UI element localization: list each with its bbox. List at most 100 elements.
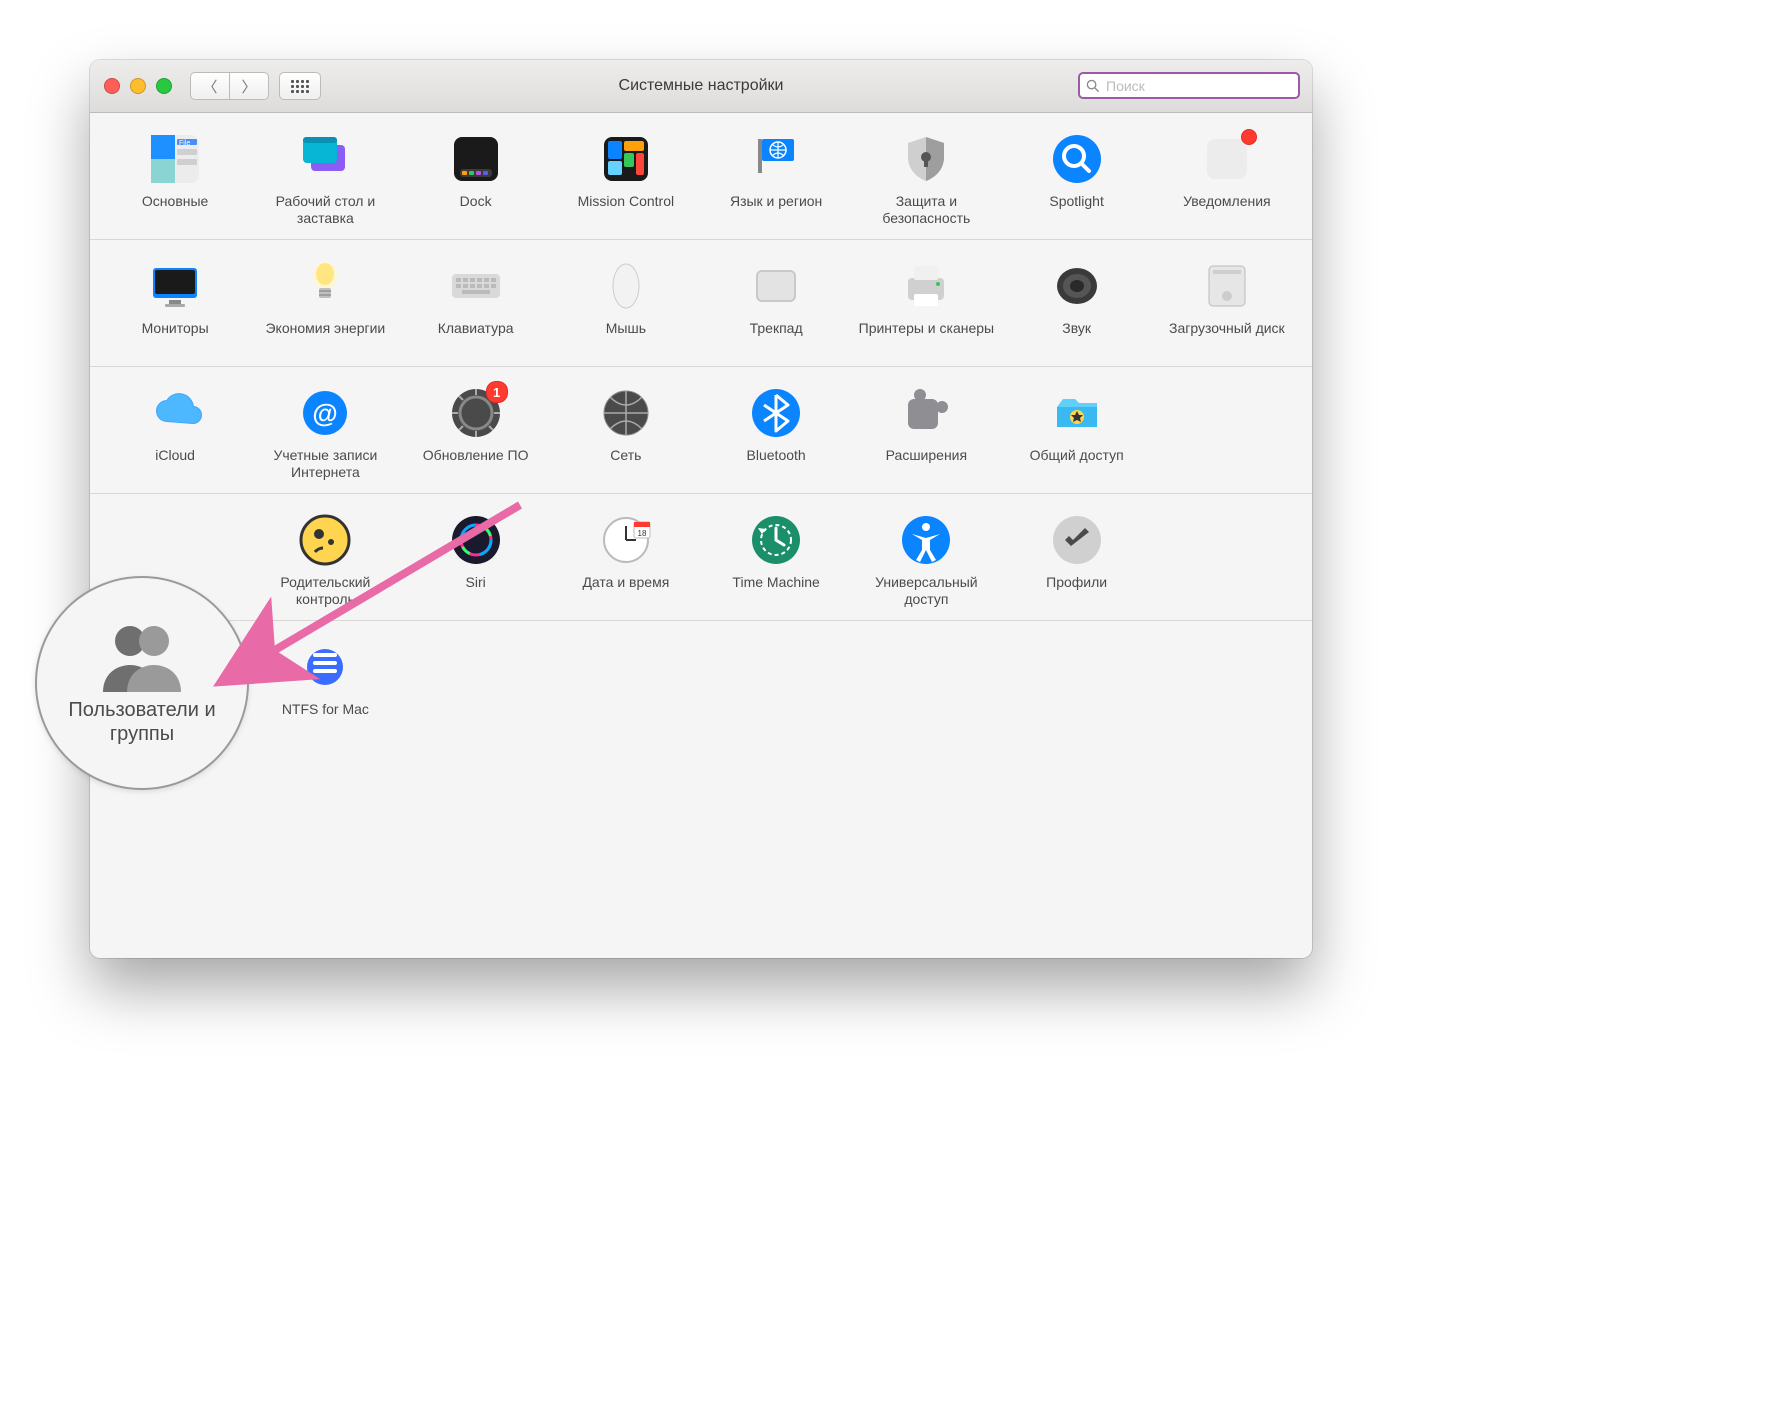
- pref-profiles[interactable]: Профили: [1002, 504, 1152, 608]
- pref-energy[interactable]: Экономия энергии: [250, 250, 400, 354]
- keyboard-icon: [448, 258, 504, 314]
- startup-icon: [1199, 258, 1255, 314]
- chevron-left-icon: 〈: [202, 76, 217, 97]
- pref-label: Уведомления: [1183, 193, 1271, 227]
- system-preferences-window: 〈 〉 Системные настройки ОсновныеРабочий …: [90, 60, 1312, 958]
- pref-accessibility[interactable]: Универсальный доступ: [851, 504, 1001, 608]
- pref-label: Учетные записи Интернета: [252, 447, 398, 481]
- internet-icon: [297, 385, 353, 441]
- parental-icon: [297, 512, 353, 568]
- back-button[interactable]: 〈: [190, 72, 230, 100]
- pref-label: Spotlight: [1049, 193, 1103, 227]
- pref-general[interactable]: Основные: [100, 123, 250, 227]
- forward-button[interactable]: 〉: [230, 72, 269, 100]
- pref-label: Mission Control: [578, 193, 674, 227]
- swupdate-icon: 1: [448, 385, 504, 441]
- search-field[interactable]: [1078, 72, 1300, 99]
- pref-trackpad[interactable]: Трекпад: [701, 250, 851, 354]
- titlebar: 〈 〉 Системные настройки: [90, 60, 1312, 113]
- pref-mission[interactable]: Mission Control: [551, 123, 701, 227]
- pref-label: Защита и безопасность: [853, 193, 999, 227]
- extensions-icon: [898, 385, 954, 441]
- pref-timemachine[interactable]: Time Machine: [701, 504, 851, 608]
- pref-extensions[interactable]: Расширения: [851, 377, 1001, 481]
- pref-label: iCloud: [155, 447, 195, 481]
- siri-icon: [448, 512, 504, 568]
- pref-label: Time Machine: [732, 574, 819, 608]
- pref-label: Родительский контроль: [252, 574, 398, 608]
- red-dot: [1241, 129, 1257, 145]
- minimize-button[interactable]: [130, 78, 146, 94]
- pref-label: Расширения: [886, 447, 967, 481]
- mission-icon: [598, 131, 654, 187]
- pref-ntfs[interactable]: NTFS for Mac: [250, 631, 400, 735]
- badge: 1: [486, 381, 508, 403]
- mouse-icon: [598, 258, 654, 314]
- timemachine-icon: [748, 512, 804, 568]
- pref-bluetooth[interactable]: Bluetooth: [701, 377, 851, 481]
- pref-label: Рабочий стол и заставка: [252, 193, 398, 227]
- pref-startup[interactable]: Загрузочный диск: [1152, 250, 1302, 354]
- pref-label: Экономия энергии: [265, 320, 385, 354]
- pref-parental[interactable]: Родительский контроль: [250, 504, 400, 608]
- pref-icloud[interactable]: iCloud: [100, 377, 250, 481]
- pref-desktop[interactable]: Рабочий стол и заставка: [250, 123, 400, 227]
- printers-icon: [898, 258, 954, 314]
- pref-label: Мышь: [606, 320, 646, 354]
- pref-label: Звук: [1062, 320, 1091, 354]
- sharing-icon: [1049, 385, 1105, 441]
- sound-icon: [1049, 258, 1105, 314]
- dock-icon: [448, 131, 504, 187]
- pref-label: Язык и регион: [730, 193, 822, 227]
- pref-label: Обновление ПО: [423, 447, 529, 481]
- search-input[interactable]: [1104, 77, 1292, 95]
- pref-label: Bluetooth: [747, 447, 806, 481]
- pref-keyboard[interactable]: Клавиатура: [401, 250, 551, 354]
- pref-label: Профили: [1046, 574, 1107, 608]
- profiles-icon: [1049, 512, 1105, 568]
- displays-icon: [147, 258, 203, 314]
- pref-label: Универсальный доступ: [853, 574, 999, 608]
- pref-label: NTFS for Mac: [282, 701, 369, 735]
- pref-notifications[interactable]: Уведомления: [1152, 123, 1302, 227]
- pref-datetime[interactable]: Дата и время: [551, 504, 701, 608]
- pref-network[interactable]: Сеть: [551, 377, 701, 481]
- pref-sound[interactable]: Звук: [1002, 250, 1152, 354]
- ntfs-icon: [297, 639, 353, 695]
- pref-label: Дата и время: [582, 574, 669, 608]
- pref-siri[interactable]: Siri: [401, 504, 551, 608]
- pref-spotlight[interactable]: Spotlight: [1002, 123, 1152, 227]
- pref-printers[interactable]: Принтеры и сканеры: [851, 250, 1001, 354]
- callout-magnifier: Пользователи и группы: [35, 576, 249, 790]
- callout-label: Пользователи и группы: [37, 698, 247, 746]
- pref-displays[interactable]: Мониторы: [100, 250, 250, 354]
- desktop-icon: [297, 131, 353, 187]
- icloud-icon: [147, 385, 203, 441]
- chevron-right-icon: 〉: [241, 76, 256, 97]
- pref-language[interactable]: Язык и регион: [701, 123, 851, 227]
- zoom-button[interactable]: [156, 78, 172, 94]
- traffic-lights: [104, 78, 172, 94]
- nav-segmented: 〈 〉: [190, 72, 269, 100]
- pref-dock[interactable]: Dock: [401, 123, 551, 227]
- pref-sharing[interactable]: Общий доступ: [1002, 377, 1152, 481]
- pref-internet[interactable]: Учетные записи Интернета: [250, 377, 400, 481]
- accessibility-icon: [898, 512, 954, 568]
- pref-label: Общий доступ: [1030, 447, 1124, 481]
- pref-label: Клавиатура: [438, 320, 514, 354]
- pref-label: Мониторы: [142, 320, 209, 354]
- pref-mouse[interactable]: Мышь: [551, 250, 701, 354]
- pref-security[interactable]: Защита и безопасность: [851, 123, 1001, 227]
- security-icon: [898, 131, 954, 187]
- network-icon: [598, 385, 654, 441]
- close-button[interactable]: [104, 78, 120, 94]
- pref-swupdate[interactable]: 1 Обновление ПО: [401, 377, 551, 481]
- pref-label: Siri: [466, 574, 486, 608]
- search-icon: [1086, 79, 1100, 93]
- pref-label: Dock: [460, 193, 492, 227]
- general-icon: [147, 131, 203, 187]
- language-icon: [748, 131, 804, 187]
- pref-body: ОсновныеРабочий стол и заставка Dock Missi…: [90, 113, 1312, 958]
- show-all-button[interactable]: [279, 72, 321, 100]
- pref-label: Трекпад: [750, 320, 803, 354]
